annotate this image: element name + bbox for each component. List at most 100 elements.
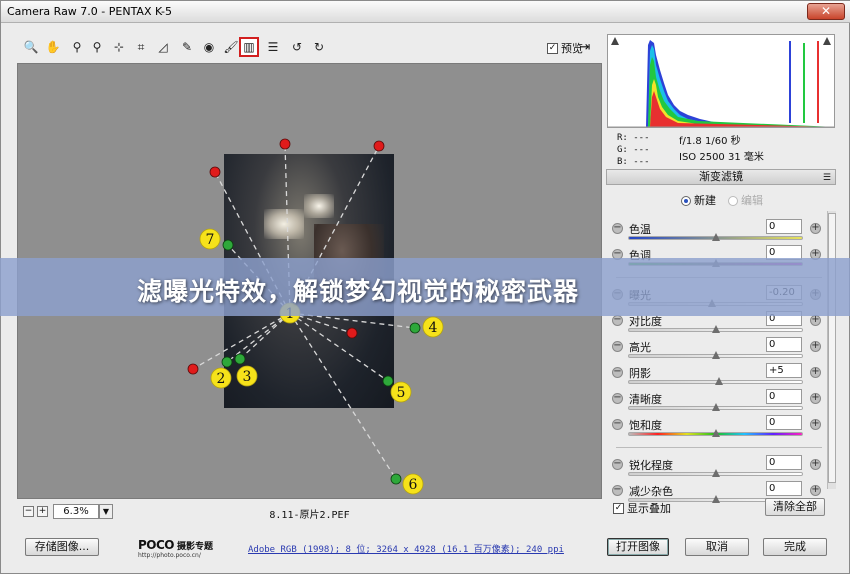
toolbar: 🔍 ✋ ⚲ ⚲ ⊹ ⌗ ◿ ✎ ◉ 🖌 ▥ ☰ ↺ ↻ ✓ 预览 ⇥ — [17, 37, 601, 59]
open-image-button[interactable]: 打开图像 — [607, 538, 669, 556]
save-image-button[interactable]: 存储图像... — [25, 538, 99, 556]
clear-all-button[interactable]: 清除全部 — [765, 498, 825, 516]
plus-icon[interactable]: + — [810, 341, 821, 352]
minus-icon[interactable]: − — [612, 315, 623, 326]
green-pin[interactable] — [390, 473, 402, 485]
red-pin[interactable] — [346, 327, 358, 339]
green-pin[interactable] — [221, 356, 233, 368]
green-pin[interactable] — [234, 353, 246, 365]
slider-row: − 色温 0 + — [606, 217, 828, 243]
cancel-button[interactable]: 取消 — [685, 538, 749, 556]
rotate-ccw-icon[interactable]: ↺ — [287, 37, 307, 57]
green-pin[interactable] — [222, 239, 234, 251]
hand-icon[interactable]: ✋ — [43, 37, 63, 57]
plus-icon[interactable]: + — [810, 393, 821, 404]
slider-track[interactable] — [628, 380, 803, 384]
zoom-icon[interactable]: 🔍 — [21, 37, 41, 57]
exif-info: f/1.8 1/60 秒 ISO 2500 31 毫米 — [679, 134, 764, 166]
pixel-readout: R: --- G: --- B: --- f/1.8 1/60 秒 ISO 25… — [607, 128, 835, 168]
slider-value-field[interactable]: 0 — [766, 389, 802, 404]
green-pin[interactable] — [382, 375, 394, 387]
plus-icon[interactable]: + — [810, 315, 821, 326]
slider-value-field[interactable]: 0 — [766, 455, 802, 470]
minus-icon[interactable]: − — [612, 393, 623, 404]
workflow-options-link[interactable]: Adobe RGB (1998); 8 位; 3264 x 4928 (16.1… — [248, 542, 564, 555]
red-value: R: --- — [617, 133, 650, 143]
slider-value-field[interactable]: 0 — [766, 415, 802, 430]
slider-row: − 饱和度 0 + — [606, 413, 828, 439]
panel-menu-icon[interactable]: ☰ — [823, 171, 831, 185]
plus-icon[interactable]: + — [810, 485, 821, 496]
slider-label: 减少杂色 — [629, 485, 673, 498]
exif-iso-focal: ISO 2500 31 毫米 — [679, 152, 764, 163]
marker-number: 4 — [429, 320, 438, 336]
radio-icon[interactable] — [681, 196, 691, 206]
slider-row: − 高光 0 + — [606, 335, 828, 361]
file-name: 8.11-原片2.PEF — [269, 510, 350, 521]
slider-value-field[interactable]: 0 — [766, 337, 802, 352]
graduated-filter-icon[interactable]: ▥ — [239, 37, 259, 57]
red-pin[interactable] — [279, 138, 291, 150]
red-eye-icon[interactable]: ◉ — [199, 37, 219, 57]
red-pin[interactable] — [187, 363, 199, 375]
targeted-adjustment-icon[interactable]: ⊹ — [109, 37, 129, 57]
minus-icon[interactable]: − — [612, 223, 623, 234]
preview-checkbox[interactable]: ✓ — [547, 42, 558, 54]
marker-number: 2 — [217, 371, 226, 387]
minus-icon[interactable]: − — [612, 419, 623, 430]
white-balance-icon[interactable]: ⚲ — [67, 37, 87, 57]
plus-icon[interactable]: + — [810, 419, 821, 430]
show-overlay-toggle[interactable]: ✓ 显示叠加 — [613, 500, 671, 516]
mode-selector: 新建 编辑 — [681, 192, 763, 208]
guide-line — [226, 312, 291, 363]
marker-5: 5 — [390, 381, 412, 403]
minus-icon[interactable]: − — [612, 341, 623, 352]
scroll-thumb[interactable] — [828, 213, 836, 483]
mode-edit-label: 编辑 — [741, 194, 763, 207]
crop-icon[interactable]: ⌗ — [131, 37, 151, 57]
spot-removal-icon[interactable]: ✎ — [177, 37, 197, 57]
straighten-icon[interactable]: ◿ — [153, 37, 173, 57]
panel-header: 渐变滤镜 ☰ — [606, 169, 836, 185]
close-button[interactable]: ✕ — [807, 3, 845, 20]
green-pin[interactable] — [409, 322, 421, 334]
minus-icon[interactable]: − — [612, 459, 623, 470]
histogram-graph — [608, 35, 834, 127]
mode-new-option[interactable]: 新建 — [681, 192, 716, 208]
marker-number: 7 — [206, 232, 215, 248]
plus-icon[interactable]: + — [810, 223, 821, 234]
slider-value-field[interactable]: 0 — [766, 219, 802, 234]
logo-url: http://photo.poco.cn/ — [138, 552, 201, 559]
marker-number: 3 — [243, 369, 252, 385]
minus-icon[interactable]: − — [612, 367, 623, 378]
rotate-cw-icon[interactable]: ↻ — [309, 37, 329, 57]
plus-icon[interactable]: + — [810, 459, 821, 470]
mode-edit-option[interactable]: 编辑 — [728, 192, 763, 208]
show-overlay-label: 显示叠加 — [627, 502, 671, 515]
red-pin[interactable] — [209, 166, 221, 178]
logo-brand-cn: 摄影专题 — [177, 542, 214, 552]
slider-label: 饱和度 — [629, 419, 662, 432]
marker-7: 7 — [199, 228, 221, 250]
fullscreen-icon[interactable]: ⇥ — [575, 37, 595, 57]
slider-value-field[interactable]: +5 — [766, 363, 802, 378]
red-pin[interactable] — [373, 140, 385, 152]
marker-4: 4 — [422, 316, 444, 338]
slider-label: 锐化程度 — [629, 459, 673, 472]
preferences-icon[interactable]: ☰ — [263, 37, 283, 57]
panel-scrollbar[interactable] — [827, 211, 836, 489]
slider-label: 清晰度 — [629, 393, 662, 406]
marker-2: 2 — [210, 367, 232, 389]
adjustment-sliders: −色温0+−色调0+−曝光-0.20+−对比度0+−高光0+−阴影+5+−清晰度… — [606, 211, 828, 503]
blue-value: B: --- — [617, 157, 650, 167]
minus-icon[interactable]: − — [612, 485, 623, 496]
slider-value-field[interactable]: 0 — [766, 481, 802, 496]
show-overlay-checkbox[interactable]: ✓ — [613, 502, 624, 514]
radio-icon[interactable] — [728, 196, 738, 206]
plus-icon[interactable]: + — [810, 367, 821, 378]
done-button[interactable]: 完成 — [763, 538, 827, 556]
adjustment-brush-icon[interactable]: 🖌 — [221, 37, 241, 57]
color-sampler-icon[interactable]: ⚲ — [87, 37, 107, 57]
status-strip: − + 6.3% ▼ 8.11-原片2.PEF — [17, 501, 602, 523]
slider-row: − 阴影 +5 + — [606, 361, 828, 387]
